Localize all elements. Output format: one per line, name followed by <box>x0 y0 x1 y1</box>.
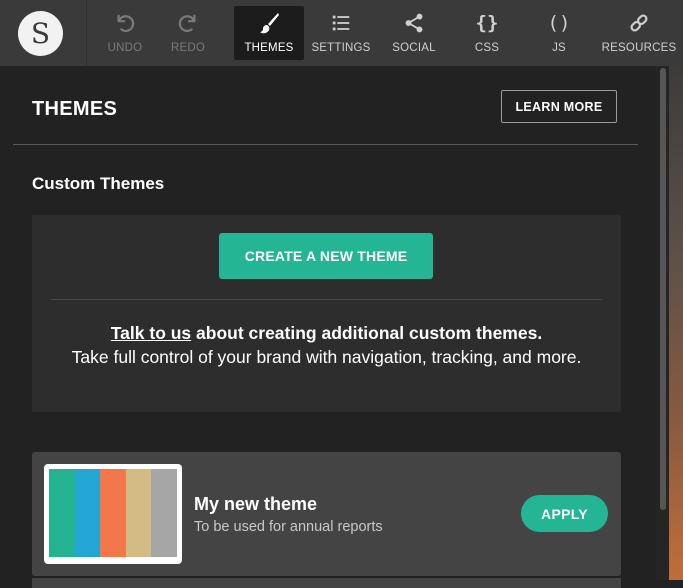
scrollbar-thumb[interactable] <box>660 68 666 510</box>
resources-button[interactable]: RESOURCES <box>600 6 678 60</box>
redo-label: REDO <box>170 42 206 54</box>
undo-icon <box>113 11 137 35</box>
site-logo[interactable]: S <box>18 11 63 56</box>
parentheses-icon: () <box>547 12 571 34</box>
custom-themes-box: CREATE A NEW THEME Talk to us about crea… <box>32 215 621 412</box>
themes-button[interactable]: THEMES <box>234 6 304 60</box>
color-swatch-1 <box>49 469 75 557</box>
themes-panel: THEMES LEARN MORE Custom Themes CREATE A… <box>0 66 656 588</box>
custom-themes-info: Talk to us about creating additional cus… <box>52 321 601 369</box>
header-divider <box>13 144 638 145</box>
css-label: CSS <box>474 42 500 54</box>
settings-button[interactable]: SETTINGS <box>309 6 373 60</box>
js-label: JS <box>552 42 566 54</box>
redo-button[interactable]: REDO <box>161 6 215 60</box>
top-toolbar: S UNDO REDO THEMES SETTINGS SOCIAL {} CS… <box>0 0 683 67</box>
panel-title: THEMES <box>32 98 118 120</box>
social-button[interactable]: SOCIAL <box>387 6 441 60</box>
redo-icon <box>176 11 200 35</box>
color-swatch-4 <box>125 469 152 557</box>
theme-name: My new theme <box>194 494 318 514</box>
custom-themes-heading: Custom Themes <box>32 174 165 193</box>
css-button[interactable]: {} CSS <box>460 6 514 60</box>
custom-themes-description: Take full control of your brand with nav… <box>71 347 582 367</box>
js-button[interactable]: () JS <box>532 6 586 60</box>
themes-label: THEMES <box>244 42 294 54</box>
settings-label: SETTINGS <box>311 42 371 54</box>
theme-description: To be used for annual reports <box>194 519 383 535</box>
theme-swatch-preview <box>44 464 182 564</box>
color-swatch-3 <box>100 469 126 557</box>
share-icon <box>402 11 426 35</box>
apply-theme-button[interactable]: APPLY <box>521 495 608 532</box>
paintbrush-icon <box>257 11 281 35</box>
social-label: SOCIAL <box>392 42 436 54</box>
logo-area: S <box>0 0 87 66</box>
braces-icon: {} <box>475 12 499 34</box>
background-image-edge <box>669 66 683 580</box>
create-new-theme-button[interactable]: CREATE A NEW THEME <box>219 233 433 279</box>
undo-button[interactable]: UNDO <box>98 6 152 60</box>
talk-to-us-rest: about creating additional custom themes. <box>191 323 543 343</box>
learn-more-button[interactable]: LEARN MORE <box>501 90 617 123</box>
color-swatches <box>49 469 177 557</box>
undo-label: UNDO <box>107 42 143 54</box>
color-swatch-2 <box>74 469 101 557</box>
theme-card[interactable]: My new theme To be used for annual repor… <box>32 452 621 576</box>
list-icon <box>329 11 353 35</box>
color-swatch-5 <box>151 469 177 557</box>
box-divider <box>51 299 602 300</box>
resources-label: RESOURCES <box>601 42 677 54</box>
talk-to-us-link[interactable]: Talk to us <box>111 323 191 343</box>
link-icon <box>627 11 651 35</box>
